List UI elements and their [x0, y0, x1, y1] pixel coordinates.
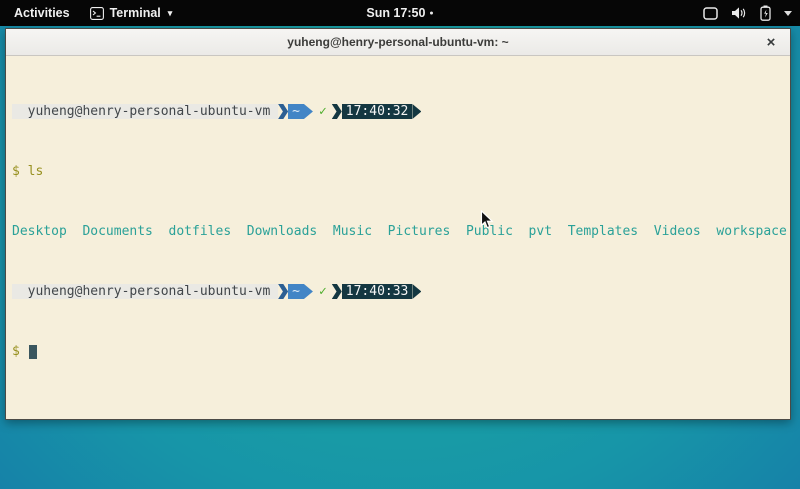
- prompt-time: 17:40:32: [342, 104, 413, 119]
- prompt-user-host: yuheng@henry-personal-ubuntu-vm: [12, 284, 278, 299]
- prompt-symbol: $: [12, 344, 28, 359]
- clock-button[interactable]: Sun 17:50 ●: [366, 6, 433, 20]
- chevron-down-icon: [784, 11, 792, 16]
- terminal-icon: [90, 7, 104, 20]
- screen-icon: [703, 7, 718, 20]
- powerline-chevron-icon: [278, 104, 288, 119]
- powerline-chevron-icon: [278, 284, 288, 299]
- terminal-cursor: [29, 345, 37, 359]
- input-line[interactable]: $: [12, 344, 786, 359]
- ls-output-line: Desktop Documents dotfiles Downloads Mus…: [12, 224, 786, 239]
- powerline-arrow-icon: [304, 284, 313, 299]
- powerline-arrow-icon: [304, 104, 313, 119]
- window-title: yuheng@henry-personal-ubuntu-vm: ~: [287, 35, 508, 49]
- notification-dot-icon: ●: [429, 10, 433, 17]
- top-bar: Activities Terminal ▾ Sun 17:50 ●: [0, 0, 800, 26]
- terminal-window: yuheng@henry-personal-ubuntu-vm: ~ × yuh…: [5, 28, 791, 420]
- clock-label: Sun 17:50: [366, 6, 425, 20]
- volume-icon: [731, 6, 747, 20]
- prompt-line-2: yuheng@henry-personal-ubuntu-vm ~ ✓ 17:4…: [12, 284, 786, 299]
- prompt-path: ~: [288, 104, 304, 119]
- status-check-icon: ✓: [313, 104, 332, 119]
- prompt-line-1: yuheng@henry-personal-ubuntu-vm ~ ✓ 17:4…: [12, 104, 786, 119]
- powerline-chevron-icon: [332, 104, 342, 119]
- powerline-time-segment: 17:40:32: [332, 104, 422, 119]
- battery-charging-icon: [760, 5, 771, 21]
- directory-listing: Desktop Documents dotfiles Downloads Mus…: [12, 224, 787, 239]
- powerline-chevron-icon: [332, 284, 342, 299]
- powerline-time-segment: 17:40:33: [332, 284, 422, 299]
- status-check-icon: ✓: [313, 284, 332, 299]
- powerline-arrow-icon: [412, 284, 421, 299]
- terminal-content[interactable]: yuheng@henry-personal-ubuntu-vm ~ ✓ 17:4…: [6, 56, 790, 419]
- close-button[interactable]: ×: [761, 32, 781, 52]
- activities-button[interactable]: Activities: [10, 6, 74, 20]
- prompt-path: ~: [288, 284, 304, 299]
- powerline-path-segment: ~: [278, 284, 313, 299]
- prompt-time: 17:40:33: [342, 284, 413, 299]
- command-line: $ ls: [12, 164, 786, 179]
- app-menu-label: Terminal: [110, 6, 161, 20]
- system-status-area[interactable]: [703, 5, 792, 21]
- window-titlebar[interactable]: yuheng@henry-personal-ubuntu-vm: ~ ×: [6, 29, 790, 56]
- typed-command: ls: [28, 164, 44, 179]
- app-menu-terminal[interactable]: Terminal ▾: [90, 6, 173, 20]
- powerline-arrow-icon: [412, 104, 421, 119]
- chevron-down-icon: ▾: [168, 8, 173, 19]
- prompt-symbol: $: [12, 164, 28, 179]
- powerline-path-segment: ~: [278, 104, 313, 119]
- prompt-user-host: yuheng@henry-personal-ubuntu-vm: [12, 104, 278, 119]
